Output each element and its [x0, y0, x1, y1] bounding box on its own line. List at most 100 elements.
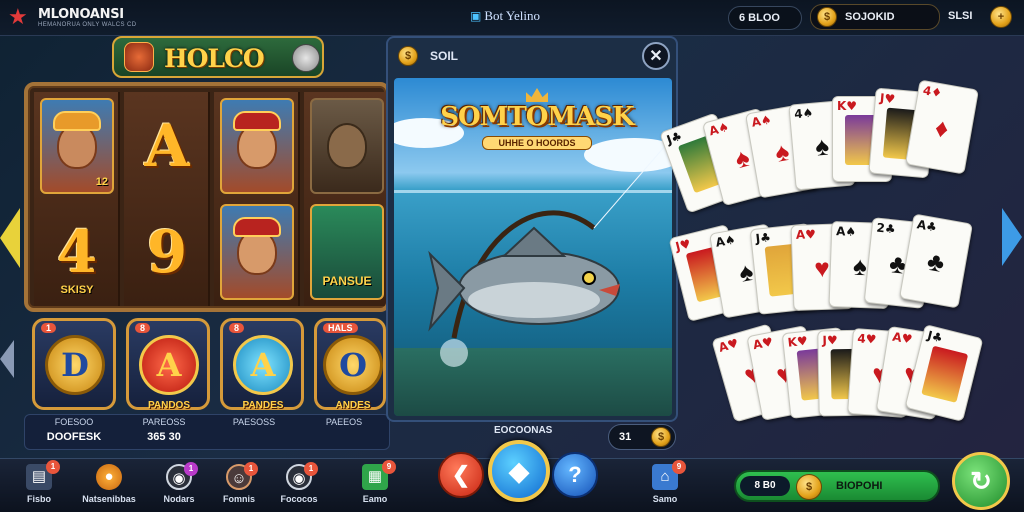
fish-fin — [501, 226, 567, 257]
token-badge: 8 — [229, 323, 245, 333]
info-value: DOOFESK — [46, 431, 102, 443]
notification-badge: 1 — [46, 460, 60, 474]
info-cell: PAEEOS — [299, 417, 389, 427]
nav-item-samo[interactable]: ⌂ 9 Samo — [630, 460, 700, 510]
gift-icon: ▣ — [470, 9, 482, 23]
card-rank: K♥ — [786, 333, 809, 350]
bet-amount: 8 B0 — [740, 476, 790, 496]
fishing-counter[interactable]: 31 $ — [608, 424, 676, 450]
token-caption: ANDES — [335, 400, 371, 411]
water-splash — [440, 339, 468, 367]
card-rank: A♠ — [750, 112, 773, 130]
info-cell: PAREOSS 365 30 — [119, 417, 209, 443]
card-rank: 4♠ — [793, 105, 814, 122]
info-cell: FOESOO DOOFESK — [29, 417, 119, 443]
info-label: PAEEOS — [325, 417, 363, 427]
coin-icon: $ — [817, 7, 837, 27]
nine-symbol: 9 — [130, 204, 204, 300]
otter-symbol — [310, 98, 384, 194]
info-cell: PAESOSS — [209, 417, 299, 427]
slot-reels[interactable]: 12 4 SKISY A 9 PANSUE — [24, 82, 390, 312]
help-button[interactable]: ? — [552, 452, 598, 498]
card-table[interactable]: J♣ A♠ ♠ A♠ ♠ 4♠ ♠ K♥ J♥ 4♦ ♦ J♥ A♠ ♠ J♣ A♥ ♥ A♠ ♠ 2♣ ♣ A♣ ♣ A♥ ♥… — [659, 79, 1002, 460]
back-button[interactable]: ❮ — [438, 452, 484, 498]
slot-title-banner: HOLCO — [112, 36, 324, 78]
previous-game-arrow[interactable] — [0, 208, 20, 268]
brand-name: MLONOANSI — [38, 7, 124, 22]
reel-column: A 9 — [124, 92, 210, 306]
reel-column: 12 4 SKISY — [34, 92, 120, 306]
card-rank: A♣ — [915, 217, 939, 235]
page-title-text: Bot Yelino — [484, 8, 540, 23]
chip-icon: ◉ 1 — [166, 462, 198, 490]
pirate-symbol — [220, 98, 294, 194]
document-icon: ▤ 1 — [26, 460, 60, 490]
card-rank: J♥ — [879, 90, 896, 107]
bonus-token[interactable]: 8 A PANDOS — [126, 318, 210, 411]
add-coins-icon[interactable]: + — [990, 6, 1012, 28]
home-icon: ⌂ 9 — [652, 460, 686, 490]
token-symbol: O — [339, 346, 367, 384]
card-rank: 4♦ — [921, 83, 944, 101]
coin-icon: $ — [651, 427, 671, 447]
next-game-arrow[interactable] — [1002, 208, 1022, 266]
token-symbol: D — [61, 346, 89, 384]
close-button[interactable]: ✕ — [642, 42, 670, 70]
bonus-token[interactable]: HALS O ANDES — [314, 318, 386, 411]
card-suit-icon: ♦ — [932, 112, 951, 144]
nav-item-fisbo[interactable]: ▤ 1 Fisbo — [4, 460, 74, 510]
previous-row-arrow[interactable] — [0, 340, 14, 378]
notification-badge: 1 — [244, 462, 258, 476]
symbol-caption: SKISY — [60, 284, 94, 296]
help-icon: ? — [568, 462, 582, 487]
symbol-caption: PANSUE — [322, 274, 372, 288]
coin-icon: $ — [796, 474, 822, 500]
coin-icon: $ — [398, 46, 418, 66]
nav-item-natsenibbas[interactable]: ● Natsenibbas — [74, 462, 144, 510]
bonus-token[interactable]: 1 D — [32, 318, 116, 410]
card-rank: 2♣ — [875, 220, 897, 237]
four-symbol: 4 SKISY — [40, 204, 114, 300]
fishing-scene[interactable]: SOMTOMASK UHHE O HOORDS — [394, 78, 672, 416]
symbol-badge: 12 — [95, 176, 108, 188]
reel-column: PANSUE — [304, 92, 386, 306]
brand-logo[interactable]: ★ MLONOANSI HEMANORUA ONLY WALCS CD — [8, 4, 138, 32]
spin-button[interactable]: ↻ — [952, 452, 1010, 510]
card-rank: A♥ — [751, 334, 775, 353]
nav-item-eamo[interactable]: ▦ 9 Eamo — [340, 460, 410, 510]
nav-item-fococos[interactable]: ◉ 1 Fococos — [264, 462, 334, 510]
nav-label: Natsenibbas — [82, 494, 136, 504]
token-badge: 8 — [135, 323, 151, 333]
d-coin-icon: D — [45, 335, 105, 395]
level-pill[interactable]: 6 BLOO — [728, 6, 802, 30]
diamond-icon: ◆ — [509, 455, 529, 486]
brand-tagline: HEMANORUA ONLY WALCS CD — [38, 22, 137, 28]
fishing-game-panel: $ SOIL ✕ SOMTOMASK UHHE O HOORDS — [386, 36, 678, 422]
page-title: ▣ Bot Yelino — [470, 8, 560, 28]
coin-balance[interactable]: $ SOJOKID — [810, 4, 940, 30]
fishing-header-label: SOIL — [430, 49, 459, 63]
back-arrow-icon: ❮ — [451, 462, 471, 487]
bonus-token[interactable]: 8 A PANDES — [220, 318, 304, 411]
notification-badge: 9 — [672, 460, 686, 474]
card-rank: A♠ — [714, 232, 737, 250]
refresh-icon: ↻ — [970, 465, 992, 496]
symbol-value: 9 — [146, 218, 188, 286]
symbol-value: 4 — [56, 218, 98, 286]
nav-label: Eamo — [362, 494, 388, 504]
level-pill-text: 6 BLOO — [739, 12, 780, 24]
play-button[interactable]: ◆ — [488, 440, 550, 502]
bet-label: BIOPOHI — [836, 480, 883, 492]
warrior-woman-symbol: 12 — [40, 98, 114, 194]
card-rank: J♣ — [754, 230, 772, 246]
card-rank: A♥ — [891, 329, 914, 347]
bet-control[interactable]: 8 B0 $ BIOPOHI — [734, 470, 940, 502]
fish-belly — [468, 282, 600, 318]
face-icon: ☺ 1 — [226, 462, 258, 490]
symbol-value: A — [144, 112, 190, 180]
o-coin-icon: O — [323, 335, 383, 395]
slot-info-bar: FOESOO DOOFESK PAREOSS 365 30 PAESOSS PA… — [24, 414, 390, 450]
a-coin-icon: A — [233, 335, 293, 395]
fish-illustration — [428, 137, 672, 367]
slot-icon: ▦ 9 — [362, 460, 396, 490]
